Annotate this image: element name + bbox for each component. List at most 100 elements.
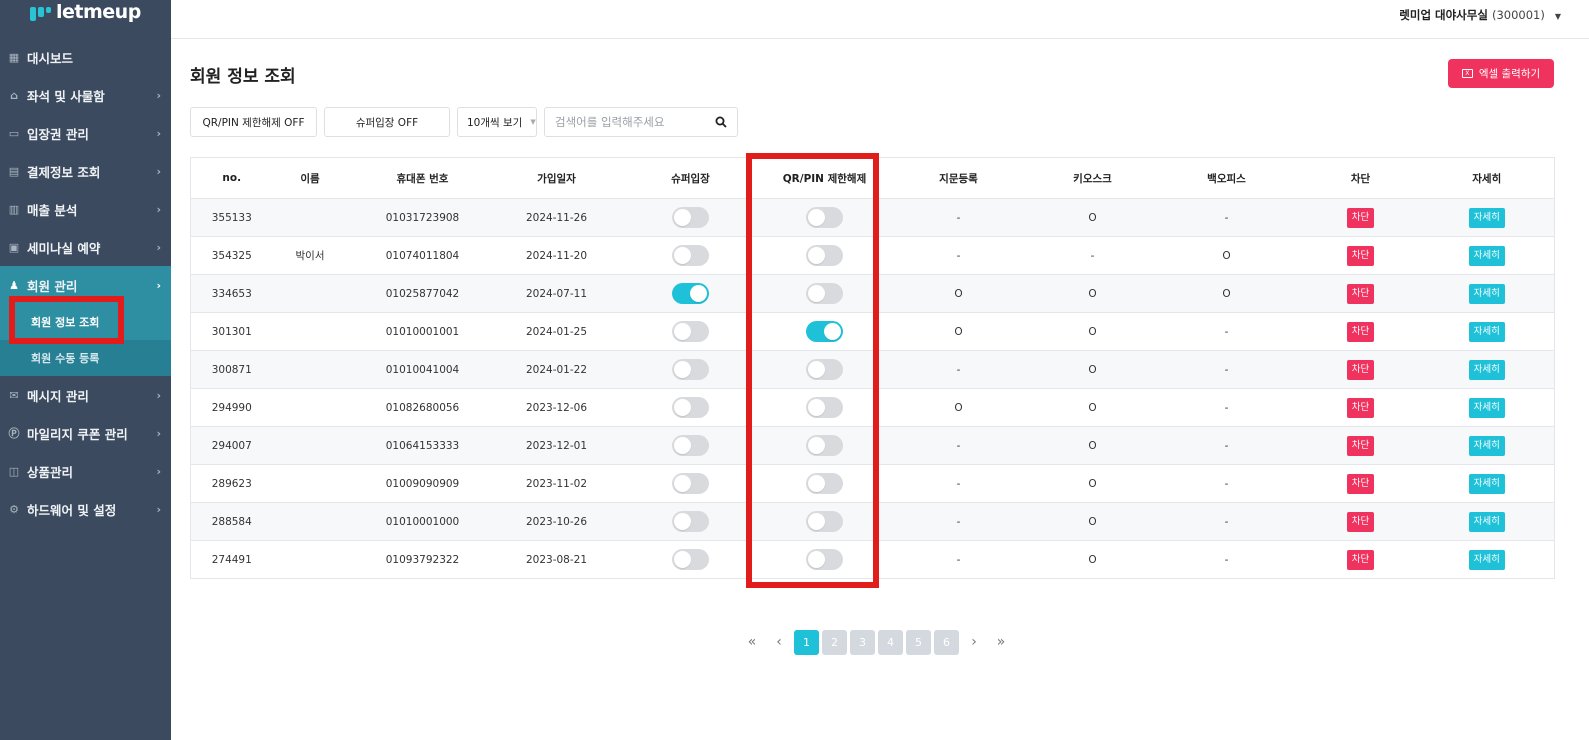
sidebar-item-1[interactable]: ⌂ 좌석 및 사물함 ›: [0, 76, 171, 114]
logo-mark-icon: [30, 7, 52, 23]
detail-button[interactable]: 자세히: [1468, 397, 1505, 418]
sidebar-subitem-0[interactable]: 회원 정보 조회: [0, 304, 171, 340]
detail-button[interactable]: 자세히: [1468, 207, 1505, 228]
detail-button[interactable]: 자세히: [1468, 321, 1505, 342]
chevron-right-icon: ›: [156, 202, 161, 216]
cell-backoffice: -: [1151, 502, 1302, 541]
cell-join-date: 2023-12-01: [497, 426, 616, 465]
block-button[interactable]: 차단: [1346, 397, 1375, 418]
sidebar-item-label: 좌석 및 사물함: [27, 88, 105, 104]
cell-backoffice: -: [1151, 426, 1302, 465]
qr-pin-toggle[interactable]: [806, 207, 843, 228]
next-page-icon[interactable]: ›: [962, 630, 986, 655]
block-button[interactable]: 차단: [1346, 283, 1375, 304]
super-entry-toggle[interactable]: [672, 359, 709, 380]
sidebar-nav: ▦ 대시보드 ⌂ 좌석 및 사물함 › ▭ 입장권 관리 › ▤ 결제정보 조회 › ▥ 매출 분석 › ▣…: [0, 38, 171, 528]
page-button[interactable]: 5: [906, 629, 931, 655]
search-input[interactable]: [555, 115, 715, 129]
prev-page-icon[interactable]: ‹: [767, 630, 791, 655]
sidebar-item-9[interactable]: ◫ 상품관리 ›: [0, 452, 171, 490]
qr-pin-toggle[interactable]: [806, 473, 843, 494]
excel-export-button[interactable]: X 엑셀 출력하기: [1448, 59, 1554, 88]
cell-join-date: 2024-01-22: [497, 350, 616, 389]
page-size-select[interactable]: 10개씩 보기 ▼: [457, 107, 537, 137]
users-icon: ♟: [9, 278, 19, 292]
cell-detail: 자세히: [1419, 502, 1555, 541]
cell-backoffice: O: [1151, 274, 1302, 313]
cell-kiosk: O: [1033, 464, 1152, 503]
super-entry-toggle-button[interactable]: 슈퍼입장 OFF: [324, 107, 450, 137]
super-entry-toggle[interactable]: [672, 207, 709, 228]
user-menu[interactable]: 렛미업 대야사무실 (300001) ▼: [1399, 7, 1561, 23]
detail-button[interactable]: 자세히: [1468, 473, 1505, 494]
search-box: [544, 107, 738, 137]
toggle-knob: [808, 361, 825, 378]
sidebar-item-8[interactable]: Ⓟ 마일리지 쿠폰 관리 ›: [0, 414, 171, 452]
super-entry-toggle[interactable]: [672, 245, 709, 266]
super-entry-toggle[interactable]: [672, 511, 709, 532]
page-button[interactable]: 4: [878, 629, 903, 655]
qr-pin-toggle[interactable]: [806, 397, 843, 418]
detail-button[interactable]: 자세히: [1468, 511, 1505, 532]
cell-detail: 자세히: [1419, 540, 1555, 579]
qr-pin-toggle[interactable]: [806, 283, 843, 304]
gear-icon: ⚙: [9, 502, 19, 516]
super-entry-toggle[interactable]: [672, 549, 709, 570]
chevron-right-icon: ›: [156, 464, 161, 478]
sidebar-item-4[interactable]: ▥ 매출 분석 ›: [0, 190, 171, 228]
cell-qr-pin: [765, 198, 884, 237]
block-button[interactable]: 차단: [1346, 359, 1375, 380]
detail-button[interactable]: 자세히: [1468, 549, 1505, 570]
block-button[interactable]: 차단: [1346, 245, 1375, 266]
search-icon[interactable]: [715, 116, 727, 128]
block-button[interactable]: 차단: [1346, 511, 1375, 532]
block-button[interactable]: 차단: [1346, 435, 1375, 456]
page-button[interactable]: 1: [794, 629, 819, 655]
block-button[interactable]: 차단: [1346, 473, 1375, 494]
super-entry-toggle[interactable]: [672, 321, 709, 342]
detail-button[interactable]: 자세히: [1468, 245, 1505, 266]
pagination: «‹ 1 2 3 4 5 6 ›»: [740, 629, 1013, 655]
cell-phone: 01031723908: [347, 198, 498, 237]
qr-pin-toggle-button[interactable]: QR/PIN 제한해제 OFF: [190, 107, 317, 137]
sidebar-item-3[interactable]: ▤ 결제정보 조회 ›: [0, 152, 171, 190]
sidebar-item-7[interactable]: ✉ 메시지 관리 ›: [0, 376, 171, 414]
sidebar-item-2[interactable]: ▭ 입장권 관리 ›: [0, 114, 171, 152]
first-page-icon[interactable]: «: [740, 630, 764, 655]
page-button[interactable]: 3: [850, 629, 875, 655]
sidebar-item-6[interactable]: ♟ 회원 관리 ›: [0, 266, 171, 304]
qr-pin-toggle[interactable]: [806, 435, 843, 456]
cell-block: 차단: [1301, 540, 1420, 579]
block-button[interactable]: 차단: [1346, 549, 1375, 570]
detail-button[interactable]: 자세히: [1468, 435, 1505, 456]
sidebar-subitem-1[interactable]: 회원 수동 등록: [0, 340, 171, 376]
qr-pin-toggle[interactable]: [806, 245, 843, 266]
qr-pin-toggle[interactable]: [806, 359, 843, 380]
block-button[interactable]: 차단: [1346, 321, 1375, 342]
page-button[interactable]: 2: [822, 629, 847, 655]
sidebar-item-5[interactable]: ▣ 세미나실 예약 ›: [0, 228, 171, 266]
sidebar: letmeup ▦ 대시보드 ⌂ 좌석 및 사물함 › ▭ 입장권 관리 › ▤ 결제정보 조회 ›…: [0, 0, 171, 740]
detail-button[interactable]: 자세히: [1468, 283, 1505, 304]
cell-no: 301301: [190, 312, 273, 351]
cell-block: 차단: [1301, 502, 1420, 541]
cell-fingerprint: O: [883, 274, 1034, 313]
column-header: 휴대폰 번호: [347, 157, 498, 199]
brand-logo[interactable]: letmeup: [0, 0, 171, 30]
detail-button[interactable]: 자세히: [1468, 359, 1505, 380]
qr-pin-toggle[interactable]: [806, 511, 843, 532]
super-entry-toggle[interactable]: [672, 397, 709, 418]
qr-pin-toggle[interactable]: [806, 321, 843, 342]
sidebar-item-10[interactable]: ⚙ 하드웨어 및 설정 ›: [0, 490, 171, 528]
qr-pin-toggle[interactable]: [806, 549, 843, 570]
cell-super-entry: [615, 236, 766, 275]
super-entry-toggle[interactable]: [672, 473, 709, 494]
page-button[interactable]: 6: [934, 629, 959, 655]
super-entry-toggle[interactable]: [672, 283, 709, 304]
member-table-wrapper: no. 이름 휴대폰 번호 가입일자 슈퍼입장 QR/PIN 제한해제 지문등록 키오스크 백오…: [190, 157, 1555, 579]
table-row: 354325 박이서 01074011804 2024-11-20- - O 차단 자세히: [190, 236, 1555, 275]
super-entry-toggle[interactable]: [672, 435, 709, 456]
block-button[interactable]: 차단: [1346, 207, 1375, 228]
sidebar-item-0[interactable]: ▦ 대시보드: [0, 38, 171, 76]
last-page-icon[interactable]: »: [989, 630, 1013, 655]
